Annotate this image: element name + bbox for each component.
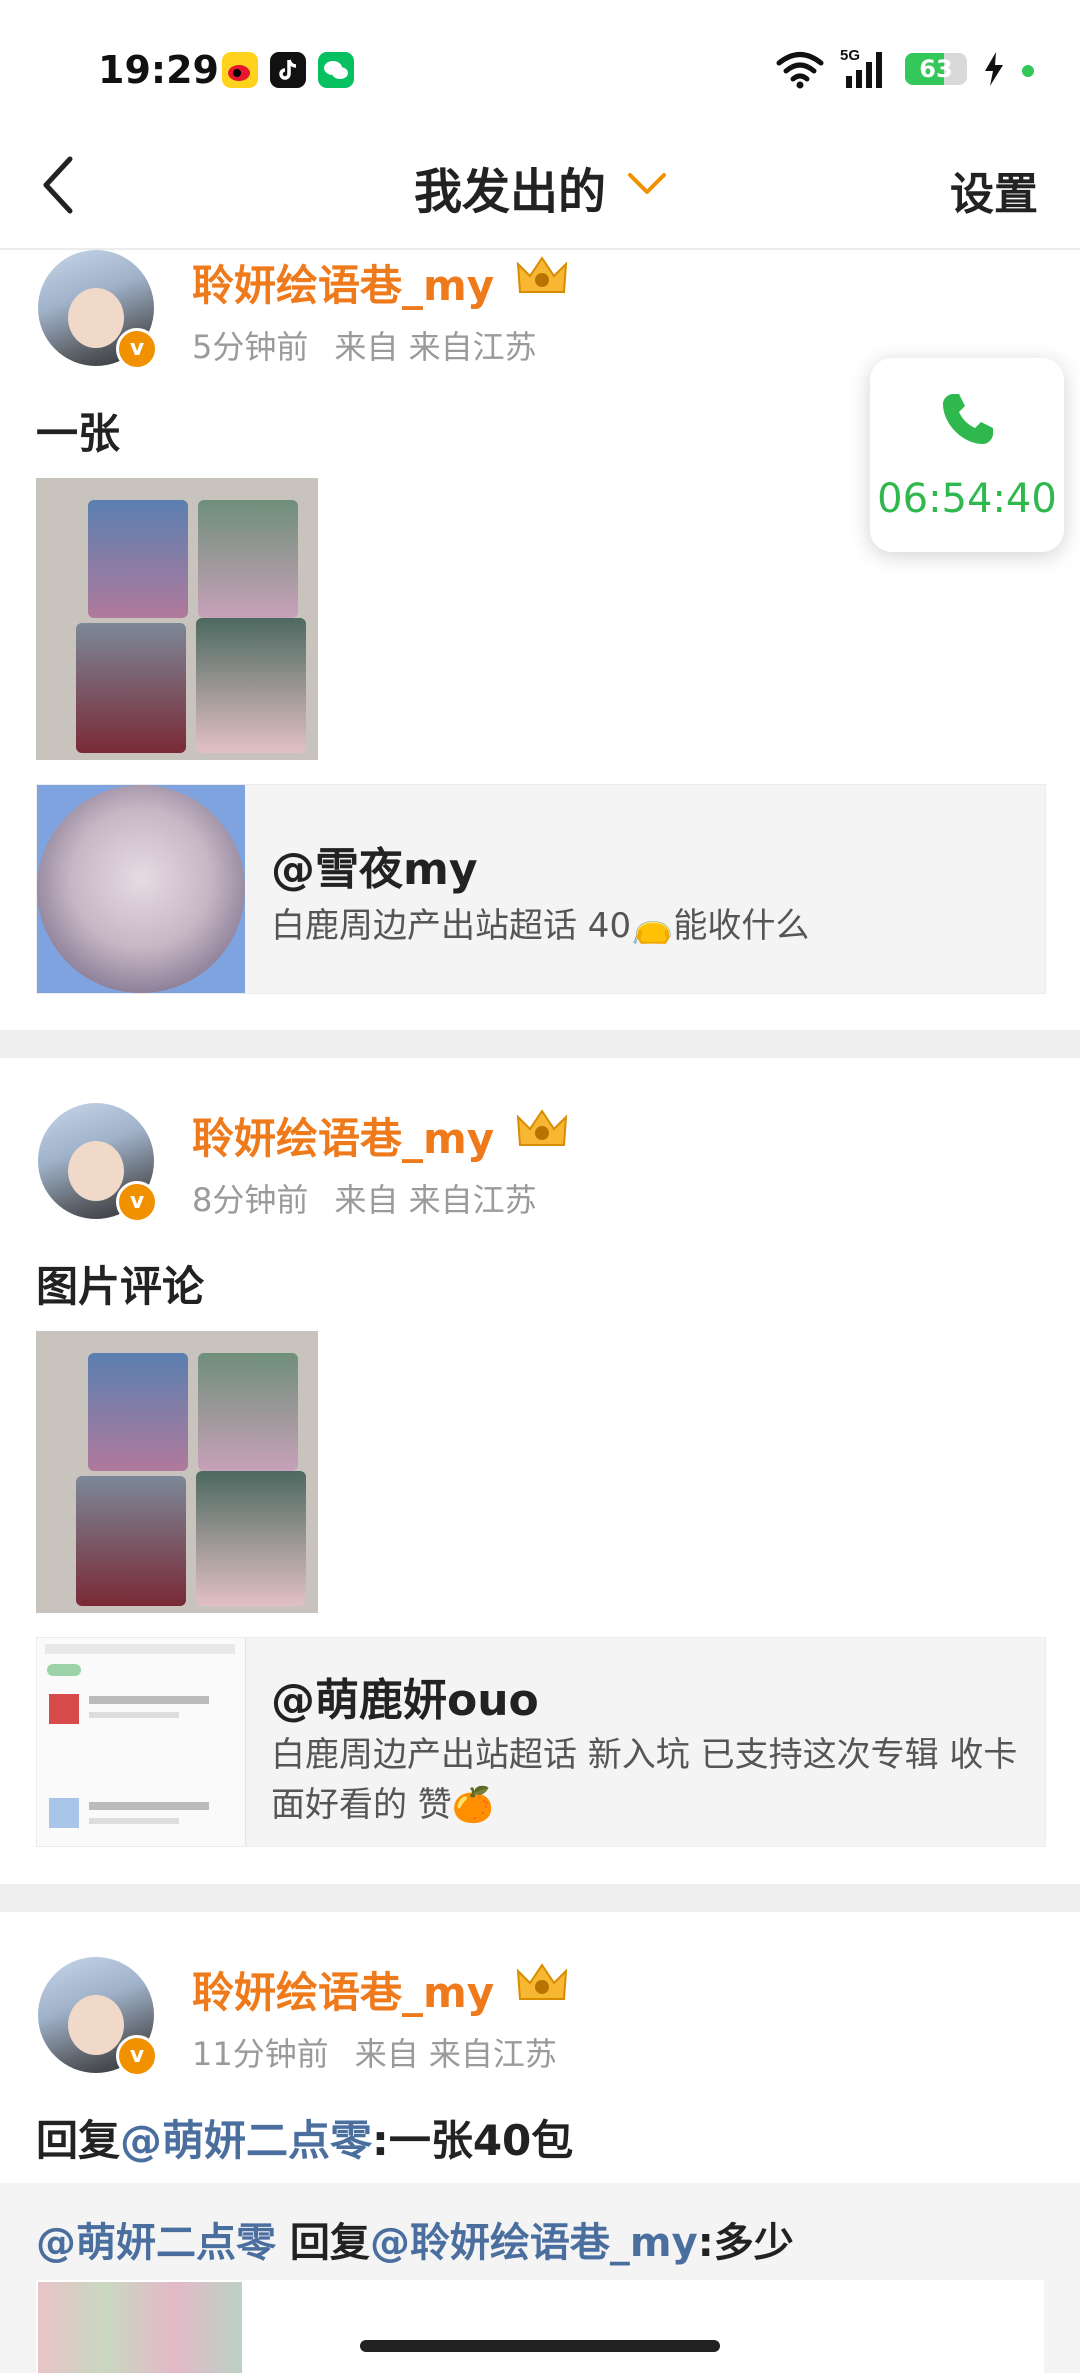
charging-icon: [985, 52, 1003, 86]
mention-link[interactable]: @萌妍二点零: [120, 2116, 372, 2165]
photocard: [198, 500, 298, 618]
thumb-product: [49, 1798, 79, 1828]
thumb-line: [89, 1696, 209, 1704]
back-icon[interactable]: [38, 155, 78, 215]
thumb-line: [89, 1712, 179, 1718]
thumb-chip: [47, 1664, 81, 1676]
photocard: [76, 623, 186, 753]
battery-percent: 63: [919, 55, 953, 83]
post-source: 来自江苏: [408, 328, 537, 366]
mention-link[interactable]: @聆妍绘语巷_my: [370, 2220, 698, 2266]
signal-icon: 5G: [840, 47, 882, 88]
wifi-icon: [776, 52, 824, 89]
post-divider: [0, 1884, 1080, 1912]
thumb-product: [49, 1694, 79, 1724]
crown-icon: [516, 1109, 568, 1146]
post-source: 来自江苏: [408, 1181, 537, 1219]
post-text: 回复@萌妍二点零:一张40包: [36, 2107, 573, 2168]
post-time: 5分钟前: [192, 328, 309, 366]
post-username[interactable]: 聆妍绘语巷_my: [192, 252, 494, 313]
photocard: [196, 1471, 306, 1606]
post-divider: [0, 1030, 1080, 1058]
reply-content: :多少: [697, 2220, 794, 2266]
thumb-tabs: [45, 1644, 235, 1654]
photocard: [88, 1353, 188, 1471]
privacy-dot: [1022, 65, 1034, 77]
post-text: 图片评论: [36, 1262, 205, 1311]
tiktok-icon: [270, 52, 306, 88]
quoted-author[interactable]: @雪夜my: [271, 833, 478, 897]
post-source: 来自江苏: [428, 2035, 557, 2073]
photocard: [196, 618, 306, 753]
mention-link[interactable]: @萌妍二点零: [36, 2220, 276, 2266]
post-username[interactable]: 聆妍绘语巷_my: [192, 1105, 494, 1166]
reply-thumbnail: [38, 2282, 242, 2373]
thumb-line: [89, 1818, 179, 1824]
quoted-post[interactable]: @雪夜my 白鹿周边产出站超话 40👝能收什么: [36, 784, 1046, 994]
post-meta: 5分钟前 来自 来自江苏: [192, 322, 537, 368]
reply-label: 回复: [276, 2220, 370, 2266]
source-label: 来自: [334, 328, 399, 366]
call-widget[interactable]: 06:54:40: [870, 358, 1064, 552]
settings-button[interactable]: 设置: [950, 158, 1038, 222]
reply-content: :一张40包: [372, 2116, 574, 2165]
photocard: [76, 1476, 186, 1606]
post-time: 8分钟前: [192, 1181, 309, 1219]
weibo-icon: [222, 52, 258, 88]
chevron-down-icon[interactable]: [627, 172, 667, 196]
photocard: [88, 500, 188, 618]
post-image[interactable]: [36, 478, 318, 760]
source-label: 来自: [354, 2035, 419, 2073]
reply-prefix: 回复: [36, 2116, 121, 2165]
post-username[interactable]: 聆妍绘语巷_my: [192, 1959, 494, 2020]
quoted-avatar: [37, 785, 245, 993]
quoted-post[interactable]: @萌鹿妍ouo 白鹿周边产出站超话 新入坑 已支持这次专辑 收卡面好看的 赞🍊: [36, 1637, 1046, 1847]
crown-icon: [516, 256, 568, 293]
wechat-icon: [318, 52, 354, 88]
quoted-text: 白鹿周边产出站超话 40👝能收什么: [271, 906, 810, 946]
verified-badge-icon: v: [116, 1181, 158, 1223]
post-text: 一张: [36, 409, 121, 458]
quoted-thumbnail: [37, 785, 245, 993]
post-time: 11分钟前: [192, 2035, 329, 2073]
page-title[interactable]: 我发出的: [414, 152, 606, 222]
crown-icon: [516, 1963, 568, 2000]
replied-comment-text: @萌妍二点零 回复@聆妍绘语巷_my:多少: [36, 2210, 794, 2268]
reply-card[interactable]: [36, 2280, 1044, 2373]
photocard: [198, 1353, 298, 1471]
status-time: 19:29: [98, 48, 219, 92]
thumb-line: [89, 1802, 209, 1810]
network-label: 5G: [840, 47, 860, 64]
quoted-thumbnail: [37, 1638, 246, 1846]
verified-badge-icon: v: [116, 2035, 158, 2077]
battery-indicator: 63: [905, 53, 967, 85]
quoted-text: 白鹿周边产出站超话 新入坑 已支持这次专辑 收卡面好看的 赞🍊: [271, 1735, 1018, 1825]
verified-badge-icon: v: [116, 328, 158, 370]
quoted-author[interactable]: @萌鹿妍ouo: [271, 1664, 539, 1728]
call-timer: 06:54:40: [877, 476, 1057, 522]
status-bar: 19:29 5G 63: [0, 0, 1080, 140]
phone-icon: [943, 394, 993, 444]
post-meta: 11分钟前 来自 来自江苏: [192, 2029, 557, 2075]
home-indicator[interactable]: [360, 2340, 720, 2352]
post-image[interactable]: [36, 1331, 318, 1613]
source-label: 来自: [334, 1181, 399, 1219]
post-meta: 8分钟前 来自 来自江苏: [192, 1175, 537, 1221]
